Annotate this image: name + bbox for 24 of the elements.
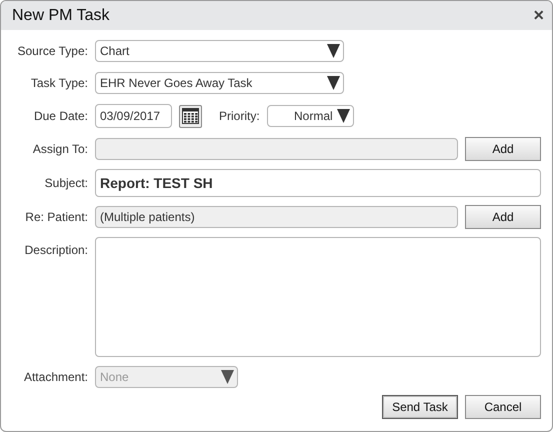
dropdown-caret-icon	[327, 44, 340, 58]
dropdown-caret-icon	[327, 76, 340, 90]
field-label: Assign To:	[32, 142, 88, 156]
field-label: Subject:	[44, 176, 88, 190]
close-button[interactable]: ×	[533, 5, 544, 26]
window-title: New PM Task	[12, 6, 110, 24]
field-label: Source Type:	[16, 44, 88, 58]
field-label: Task Type:	[30, 76, 88, 90]
dropdown[interactable]: EHR Never Goes Away Task	[95, 72, 344, 94]
calendar-button[interactable]	[179, 104, 202, 128]
date-field[interactable]: 03/09/2017	[95, 104, 172, 128]
field-label: Description:	[24, 242, 88, 257]
description-field[interactable]	[95, 237, 541, 357]
dropdown-caret-icon	[336, 109, 350, 123]
field-label: Priority:	[219, 109, 260, 123]
field-label: Due Date:	[32, 109, 88, 123]
field-label: Attachment:	[22, 370, 88, 384]
dropdown[interactable]: Chart	[95, 40, 344, 62]
field-label: Re: Patient:	[24, 210, 88, 224]
dropdown[interactable]: Normal	[266, 105, 354, 127]
cancel-button[interactable]: Cancel	[465, 395, 541, 419]
subject-field[interactable]: Report: TEST SH	[95, 169, 541, 197]
send-task-button[interactable]: Send Task	[382, 395, 458, 419]
dropdown-caret-icon	[221, 370, 234, 384]
